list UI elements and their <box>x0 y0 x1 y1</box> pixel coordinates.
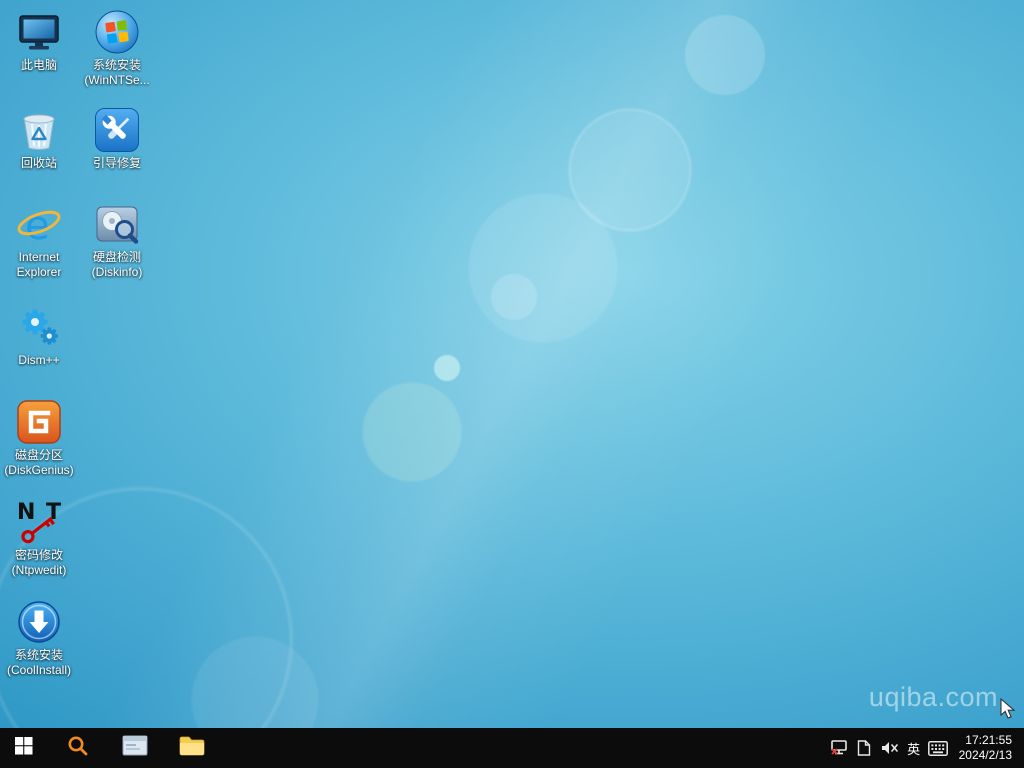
windows-orb-icon <box>93 8 141 56</box>
pe-tools-icon <box>122 734 148 763</box>
desktop-icon-label: 系统安装 <box>79 58 155 73</box>
svg-text:e: e <box>25 203 50 248</box>
volume-muted-icon[interactable] <box>877 728 902 768</box>
nt-key-icon: N T <box>15 498 63 546</box>
desktop-icon-label: 系统安装 <box>1 648 77 663</box>
touch-keyboard-icon[interactable] <box>926 728 951 768</box>
desktop-icon-sublabel: (Diskinfo) <box>79 265 155 280</box>
diskgenius-icon <box>15 398 63 446</box>
search-icon <box>67 735 89 762</box>
desktop-icon-internet-explorer[interactable]: e Internet Explorer <box>1 200 77 280</box>
desktop-icon-sublabel: (Ntpwedit) <box>1 563 77 578</box>
desktop-icon-sublabel: (WinNTSe... <box>79 73 155 88</box>
desktop-icon-sublabel: Explorer <box>1 265 77 280</box>
desktop-icon-this-pc[interactable]: 此电脑 <box>1 8 77 73</box>
start-button[interactable] <box>0 728 48 768</box>
desktop-icon-label: 引导修复 <box>79 156 155 171</box>
start-icon <box>15 737 33 760</box>
svg-text:N: N <box>17 500 35 525</box>
desktop-icon-diskinfo[interactable]: 硬盘检测 (Diskinfo) <box>79 200 155 280</box>
desktop-icon-label: 磁盘分区 <box>1 448 77 463</box>
taskbar-clock[interactable]: 17:21:55 2024/2/13 <box>951 733 1022 763</box>
download-arrow-icon <box>15 598 63 646</box>
desktop-icon-label: 回收站 <box>1 156 77 171</box>
wrench-tools-icon <box>93 106 141 154</box>
desktop-icon-diskgenius[interactable]: 磁盘分区 (DiskGenius) <box>1 398 77 478</box>
internet-explorer-icon: e <box>15 200 63 248</box>
recycle-bin-icon <box>15 106 63 154</box>
desktop-icon-boot-repair[interactable]: 引导修复 <box>79 106 155 171</box>
desktop-icon-label: 此电脑 <box>1 58 77 73</box>
desktop-icon-dism[interactable]: Dism++ <box>1 303 77 368</box>
desktop-icon-coolinstall[interactable]: 系统安装 (CoolInstall) <box>1 598 77 678</box>
desktop-icon-label: Internet <box>1 250 77 265</box>
desktop-icon-sublabel: (CoolInstall) <box>1 663 77 678</box>
desktop-icon-sublabel: (DiskGenius) <box>1 463 77 478</box>
ime-indicator[interactable]: 英 <box>902 739 926 758</box>
taskbar: 英 17:21:55 2024/2/13 <box>0 728 1024 768</box>
gears-icon <box>15 303 63 351</box>
search-button[interactable] <box>54 728 102 768</box>
taskbar-app-pe-tools[interactable] <box>111 728 159 768</box>
document-icon[interactable] <box>852 728 877 768</box>
system-tray: 英 17:21:55 2024/2/13 <box>827 728 1024 768</box>
desktop-icon-recycle-bin[interactable]: 回收站 <box>1 106 77 171</box>
clock-date: 2024/2/13 <box>959 748 1012 763</box>
watermark: uqiba.com <box>869 682 998 713</box>
desktop-icon-winntsetup[interactable]: 系统安装 (WinNTSe... <box>79 8 155 88</box>
file-explorer-icon <box>179 735 205 762</box>
desktop-icon-label: 密码修改 <box>1 548 77 563</box>
desktop-icon-label: Dism++ <box>1 353 77 368</box>
taskbar-app-file-explorer[interactable] <box>168 728 216 768</box>
desktop-icon-label: 硬盘检测 <box>79 250 155 265</box>
desktop-icon-ntpwedit[interactable]: N T 密码修改 (Ntpwedit) <box>1 498 77 578</box>
clock-time: 17:21:55 <box>959 733 1012 748</box>
disk-magnifier-icon <box>93 200 141 248</box>
this-pc-icon <box>15 8 63 56</box>
network-disconnected-icon[interactable] <box>827 728 852 768</box>
